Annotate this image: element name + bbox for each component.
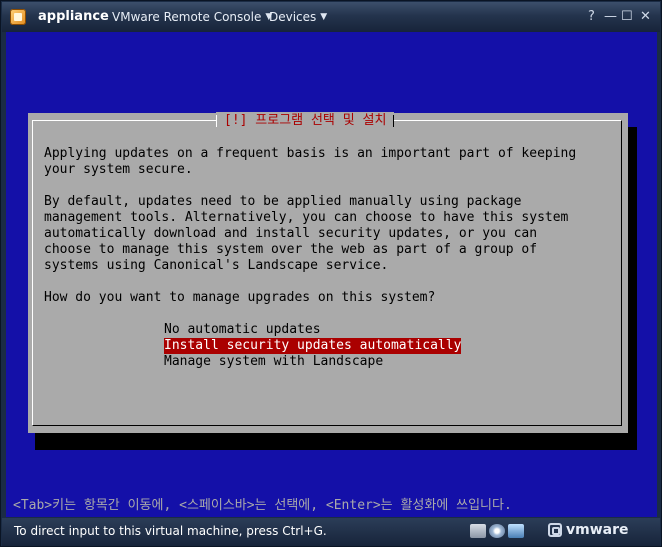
upgrade-dialog: [!] 프로그램 선택 및 설치 Applying updates on a f… — [28, 112, 628, 433]
dialog-title: [!] 프로그램 선택 및 설치 — [216, 112, 395, 129]
menu-label: Devices — [269, 10, 317, 24]
status-bar: To direct input to this virtual machine,… — [2, 518, 660, 546]
app-title: appliance — [38, 9, 109, 24]
chevron-down-icon: ▼ — [320, 12, 328, 22]
help-icon[interactable]: ? — [588, 10, 595, 24]
status-text: To direct input to this virtual machine,… — [14, 524, 327, 538]
dialog-paragraph: By default, updates need to be applied m… — [44, 194, 569, 273]
maximize-icon[interactable]: ☐ — [621, 10, 633, 24]
menu-vmware-remote-console[interactable]: VMware Remote Console ▼ — [112, 10, 272, 24]
dialog-paragraph: Applying updates on a frequent basis is … — [44, 146, 577, 177]
network-icon[interactable] — [508, 524, 524, 538]
option-manage-with-landscape[interactable]: Manage system with Landscape — [164, 354, 383, 370]
option-install-security-updates[interactable]: Install security updates automatically — [164, 338, 462, 354]
console-screen[interactable]: [!] 프로그램 선택 및 설치 Applying updates on a f… — [6, 32, 657, 517]
menu-label: VMware Remote Console — [112, 10, 262, 24]
brand-text: vmware — [566, 522, 629, 538]
option-no-automatic-updates[interactable]: No automatic updates — [164, 322, 321, 338]
minimize-icon[interactable]: — — [604, 10, 617, 24]
vmware-logo: vmware — [548, 522, 629, 538]
key-hint: <Tab>키는 항목간 이동에, <스페이스바>는 선택에, <Enter>는 … — [13, 498, 512, 513]
vmrc-window: appliance VMware Remote Console ▼ Device… — [0, 0, 662, 547]
vmware-logo-icon — [548, 523, 562, 537]
cdrom-icon[interactable] — [489, 524, 505, 538]
menu-devices[interactable]: Devices ▼ — [269, 10, 327, 24]
close-icon[interactable]: ✕ — [640, 10, 651, 24]
hdd-icon[interactable] — [470, 524, 486, 538]
dialog-question: How do you want to manage upgrades on th… — [44, 290, 436, 305]
app-icon — [10, 9, 26, 25]
title-bar[interactable]: appliance VMware Remote Console ▼ Device… — [2, 2, 660, 32]
